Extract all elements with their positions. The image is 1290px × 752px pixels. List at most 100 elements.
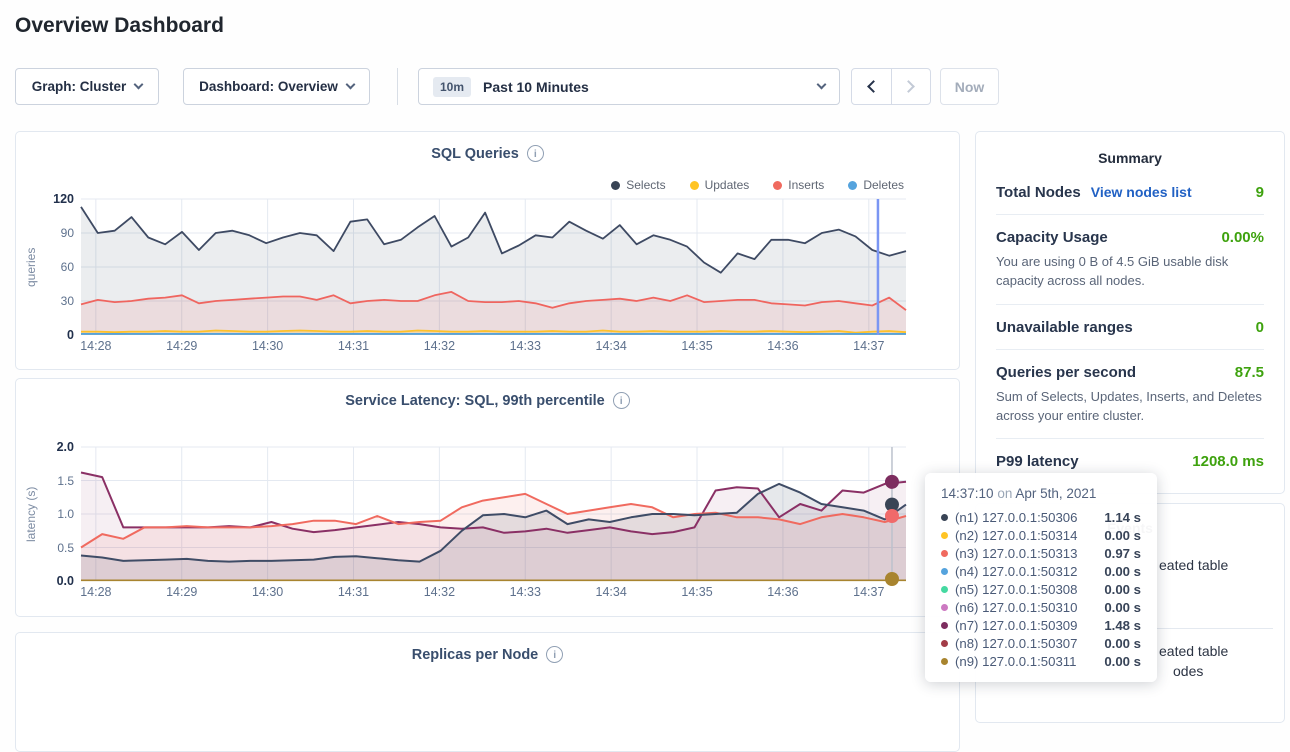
node-color-dot-icon <box>941 622 948 629</box>
chart-legend: Selects Updates Inserts Deletes <box>611 178 904 192</box>
stat-description: Sum of Selects, Updates, Inserts, and De… <box>996 388 1264 426</box>
stat-label: Capacity Usage <box>996 229 1108 246</box>
node-latency-value: 1.48 s <box>1104 618 1141 633</box>
legend-dot-icon <box>690 181 699 190</box>
y-tick-label: 30 <box>61 294 74 308</box>
summary-panel: Summary Total Nodes View nodes list 9 Capac… <box>975 131 1285 494</box>
node-latency-value: 0.00 s <box>1104 636 1141 651</box>
stat-value: 87.5 <box>1235 364 1264 381</box>
node-latency-value: 1.14 s <box>1104 510 1141 525</box>
node-latency-value: 0.00 s <box>1104 654 1141 669</box>
chevron-down-icon <box>134 80 144 90</box>
event-text-fragment: eated table <box>1159 557 1228 573</box>
y-tick-label: 0 <box>67 328 74 342</box>
node-address: (n8) 127.0.0.1:50307 <box>955 636 1097 651</box>
x-tick-label: 14:33 <box>510 339 541 353</box>
node-latency-value: 0.00 s <box>1104 582 1141 597</box>
stat-description: You are using 0 B of 4.5 GiB usable disk… <box>996 253 1264 291</box>
time-range-badge: 10m <box>433 77 471 97</box>
x-tick-label: 14:28 <box>80 585 111 599</box>
node-color-dot-icon <box>941 640 948 647</box>
legend-item-updates[interactable]: Updates <box>690 178 750 192</box>
summary-stat-row: Capacity Usage0.00%You are using 0 B of … <box>996 215 1264 305</box>
legend-label: Updates <box>705 178 750 192</box>
service-latency-plot[interactable] <box>81 447 906 581</box>
stat-label: Unavailable ranges <box>996 319 1133 336</box>
x-tick-label: 14:32 <box>424 339 455 353</box>
chevron-right-icon <box>902 80 915 93</box>
node-address: (n2) 127.0.0.1:50314 <box>955 528 1097 543</box>
stat-label: Queries per second <box>996 364 1136 381</box>
tooltip-node-row: (n5) 127.0.0.1:50308 0.00 s <box>941 580 1141 598</box>
node-address: (n3) 127.0.0.1:50313 <box>955 546 1097 561</box>
stat-label: Total Nodes <box>996 184 1081 201</box>
legend-dot-icon <box>611 181 620 190</box>
legend-label: Inserts <box>788 178 824 192</box>
controls-divider <box>397 68 398 105</box>
time-step-buttons <box>851 68 931 105</box>
y-tick-label: 120 <box>53 192 74 206</box>
node-address: (n7) 127.0.0.1:50309 <box>955 618 1097 633</box>
x-tick-label: 14:29 <box>166 339 197 353</box>
now-button[interactable]: Now <box>940 68 999 105</box>
x-tick-label: 14:37 <box>853 585 884 599</box>
chevron-left-icon <box>867 80 880 93</box>
y-tick-label: 2.0 <box>57 440 74 454</box>
event-text-fragment: odes <box>1173 663 1203 679</box>
info-icon[interactable]: i <box>546 646 563 663</box>
y-tick-label: 0.5 <box>57 541 74 555</box>
sql-queries-plot[interactable] <box>81 199 906 335</box>
chart-title-text: Service Latency: SQL, 99th percentile <box>345 393 605 409</box>
info-icon[interactable]: i <box>527 145 544 162</box>
graph-dropdown[interactable]: Graph: Cluster <box>15 68 159 105</box>
x-tick-label: 14:30 <box>252 339 283 353</box>
x-tick-label: 14:36 <box>767 585 798 599</box>
events-divider <box>1153 628 1273 629</box>
x-tick-label: 14:29 <box>166 585 197 599</box>
tooltip-date: Apr 5th, 2021 <box>1015 486 1096 501</box>
tooltip-node-row: (n9) 127.0.0.1:503110.00 s <box>941 652 1141 670</box>
summary-stat-row: Queries per second 87.5 Sum of Selects, Up… <box>996 350 1264 440</box>
x-tick-label: 14:31 <box>338 339 369 353</box>
event-text-fragment: eated table <box>1159 643 1228 659</box>
x-tick-label: 14:35 <box>681 339 712 353</box>
tooltip-node-row: (n7) 127.0.0.1:50309 1.48 s <box>941 616 1141 634</box>
x-tick-label: 14:31 <box>338 585 369 599</box>
x-tick-label: 14:37 <box>853 339 884 353</box>
replicas-title: Replicas per Node i <box>16 646 959 663</box>
summary-stat-row: Unavailable ranges0 <box>996 305 1264 350</box>
view-nodes-list-link[interactable]: View nodes list <box>1091 184 1192 200</box>
node-color-dot-icon <box>941 658 948 665</box>
tooltip-node-row: (n3) 127.0.0.1:50313 0.97 s <box>941 544 1141 562</box>
y-tick-label: 0.0 <box>57 574 74 588</box>
x-axis-ticks: 14:2814:2914:3014:3114:3214:3314:3414:35… <box>81 585 906 601</box>
y-tick-label: 1.5 <box>57 474 74 488</box>
node-address: (n5) 127.0.0.1:50308 <box>955 582 1097 597</box>
dashboard-dropdown[interactable]: Dashboard: Overview <box>183 68 370 105</box>
stat-value: 9 <box>1256 184 1264 201</box>
node-latency-value: 0.97 s <box>1104 546 1141 561</box>
x-tick-label: 14:36 <box>767 339 798 353</box>
service-latency-panel: Service Latency: SQL, 99th percentile i … <box>15 378 960 617</box>
legend-label: Selects <box>626 178 665 192</box>
time-range-picker[interactable]: 10m Past 10 Minutes <box>418 68 840 105</box>
graph-dropdown-label: Graph: Cluster <box>32 79 127 94</box>
tooltip-node-row: (n6) 127.0.0.1:503100.00 s <box>941 598 1141 616</box>
tooltip-node-row: (n2) 127.0.0.1:503140.00 s <box>941 526 1141 544</box>
node-address: (n1) 127.0.0.1:50306 <box>955 510 1097 525</box>
summary-heading: Summary <box>976 132 1284 170</box>
x-tick-label: 14:34 <box>596 339 627 353</box>
previous-timespan-button[interactable] <box>852 69 891 104</box>
tooltip-node-row: (n1) 127.0.0.1:50306 1.14 s <box>941 508 1141 526</box>
legend-item-selects[interactable]: Selects <box>611 178 665 192</box>
node-address: (n4) 127.0.0.1:50312 <box>955 564 1097 579</box>
tooltip-node-row: (n4) 127.0.0.1:503120.00 s <box>941 562 1141 580</box>
legend-item-inserts[interactable]: Inserts <box>773 178 824 192</box>
legend-item-deletes[interactable]: Deletes <box>848 178 904 192</box>
info-icon[interactable]: i <box>613 392 630 409</box>
node-color-dot-icon <box>941 568 948 575</box>
next-timespan-button[interactable] <box>891 69 931 104</box>
y-axis-ticks: 0306090120 <box>16 199 74 335</box>
sql-queries-title: SQL Queries i <box>16 145 959 162</box>
summary-stats: Total Nodes View nodes list 9 Capacity Usag… <box>976 170 1284 483</box>
